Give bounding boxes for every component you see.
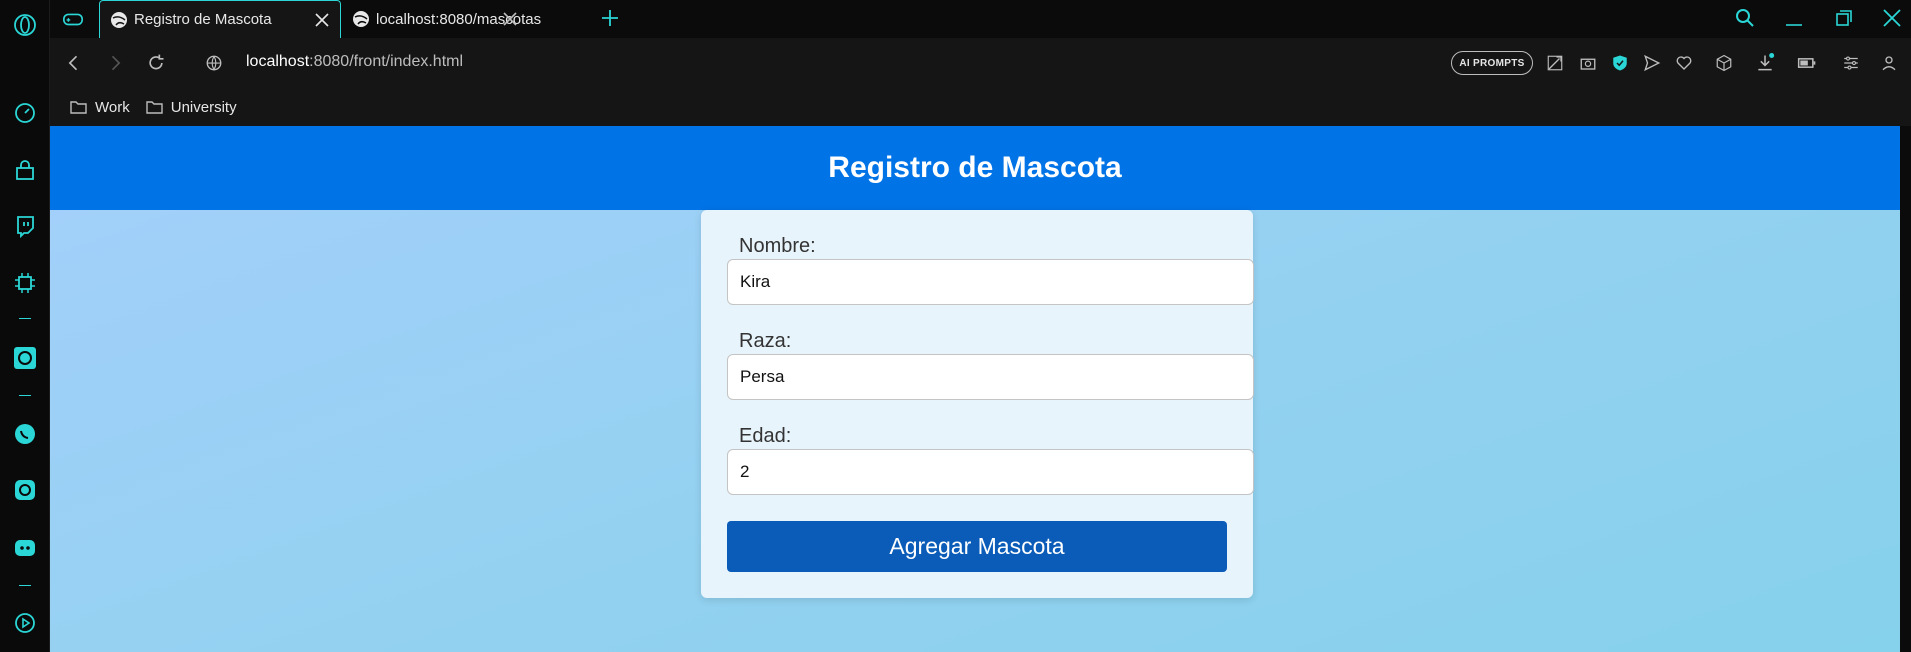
camera-icon[interactable] <box>1576 51 1600 75</box>
url-path: :8080/front/index.html <box>309 53 464 70</box>
browser-sidebar <box>0 0 50 652</box>
gamepad-icon[interactable] <box>62 9 84 29</box>
download-icon[interactable] <box>1753 51 1777 75</box>
easy-setup-icon[interactable] <box>1839 51 1863 75</box>
nombre-input[interactable] <box>727 259 1254 305</box>
opera-logo-icon[interactable] <box>12 12 38 38</box>
restore-icon[interactable] <box>1834 8 1854 28</box>
send-icon[interactable] <box>1640 51 1664 75</box>
speed-dial-icon[interactable] <box>12 100 38 126</box>
heart-icon[interactable] <box>1672 51 1696 75</box>
url-host: localhost <box>246 53 310 70</box>
address-bar: localhost:8080/front/index.html AI PROMP… <box>50 38 1911 88</box>
new-tab-icon[interactable] <box>601 9 619 27</box>
chatgpt-icon[interactable] <box>12 345 38 371</box>
chip-icon[interactable] <box>12 270 38 296</box>
tab-strip: Registro de Mascota localhost:8080/masco… <box>50 0 1911 38</box>
back-icon[interactable] <box>62 51 86 75</box>
agregar-mascota-button[interactable]: Agregar Mascota <box>727 521 1227 572</box>
shopping-bag-icon[interactable] <box>12 158 38 184</box>
ai-prompts-button[interactable]: AI PROMPTS <box>1451 51 1533 75</box>
close-window-icon[interactable] <box>1882 8 1902 28</box>
sidebar-separator <box>19 395 31 396</box>
vpn-shield-icon[interactable] <box>1608 51 1632 75</box>
edad-label: Edad: <box>739 425 792 447</box>
whatsapp-icon[interactable] <box>12 421 38 447</box>
minimize-icon[interactable] <box>1784 8 1804 28</box>
search-icon[interactable] <box>1735 8 1755 28</box>
sidebar-separator <box>19 318 31 319</box>
bookmark-label: Work <box>95 98 130 116</box>
edad-input[interactable] <box>727 449 1254 495</box>
close-tab-icon[interactable] <box>502 11 518 27</box>
page-header: Registro de Mascota <box>50 126 1900 210</box>
discord-icon[interactable] <box>12 535 38 561</box>
instagram-icon[interactable] <box>12 477 38 503</box>
tab-localhost-mascotas[interactable]: localhost:8080/mascotas <box>342 0 638 38</box>
tab-registro-de-mascota[interactable]: Registro de Mascota <box>99 0 341 38</box>
extensions-cube-icon[interactable] <box>1712 51 1736 75</box>
twitch-icon[interactable] <box>12 213 38 239</box>
globe-icon <box>111 11 127 28</box>
globe-icon <box>353 11 369 27</box>
site-info-icon[interactable] <box>202 51 226 75</box>
pet-form-card: Nombre: Raza: Edad: Agregar Mascota <box>701 210 1254 598</box>
raza-input[interactable] <box>727 354 1254 400</box>
folder-icon <box>70 101 87 114</box>
bookmark-university[interactable]: University <box>146 99 237 116</box>
raza-label: Raza: <box>739 330 792 352</box>
bookmarks-bar: Work University <box>50 88 1911 126</box>
page-viewport: Registro de Mascota Nombre: Raza: Edad: … <box>50 126 1900 652</box>
snap-icon[interactable] <box>1543 51 1567 75</box>
reload-icon[interactable] <box>144 51 168 75</box>
page-title: Registro de Mascota <box>828 151 1122 184</box>
profile-icon[interactable] <box>1877 51 1901 75</box>
close-tab-icon[interactable] <box>314 12 330 28</box>
forward-icon[interactable] <box>103 51 127 75</box>
bookmark-work[interactable]: Work <box>70 99 130 116</box>
url-text[interactable]: localhost:8080/front/index.html <box>246 53 463 71</box>
battery-saver-icon[interactable] <box>1795 51 1819 75</box>
nombre-label: Nombre: <box>739 235 816 257</box>
tab-label: Registro de Mascota <box>134 11 272 28</box>
folder-icon <box>146 101 163 114</box>
player-icon[interactable] <box>12 610 38 636</box>
bookmark-label: University <box>170 98 237 116</box>
sidebar-separator <box>19 585 31 586</box>
